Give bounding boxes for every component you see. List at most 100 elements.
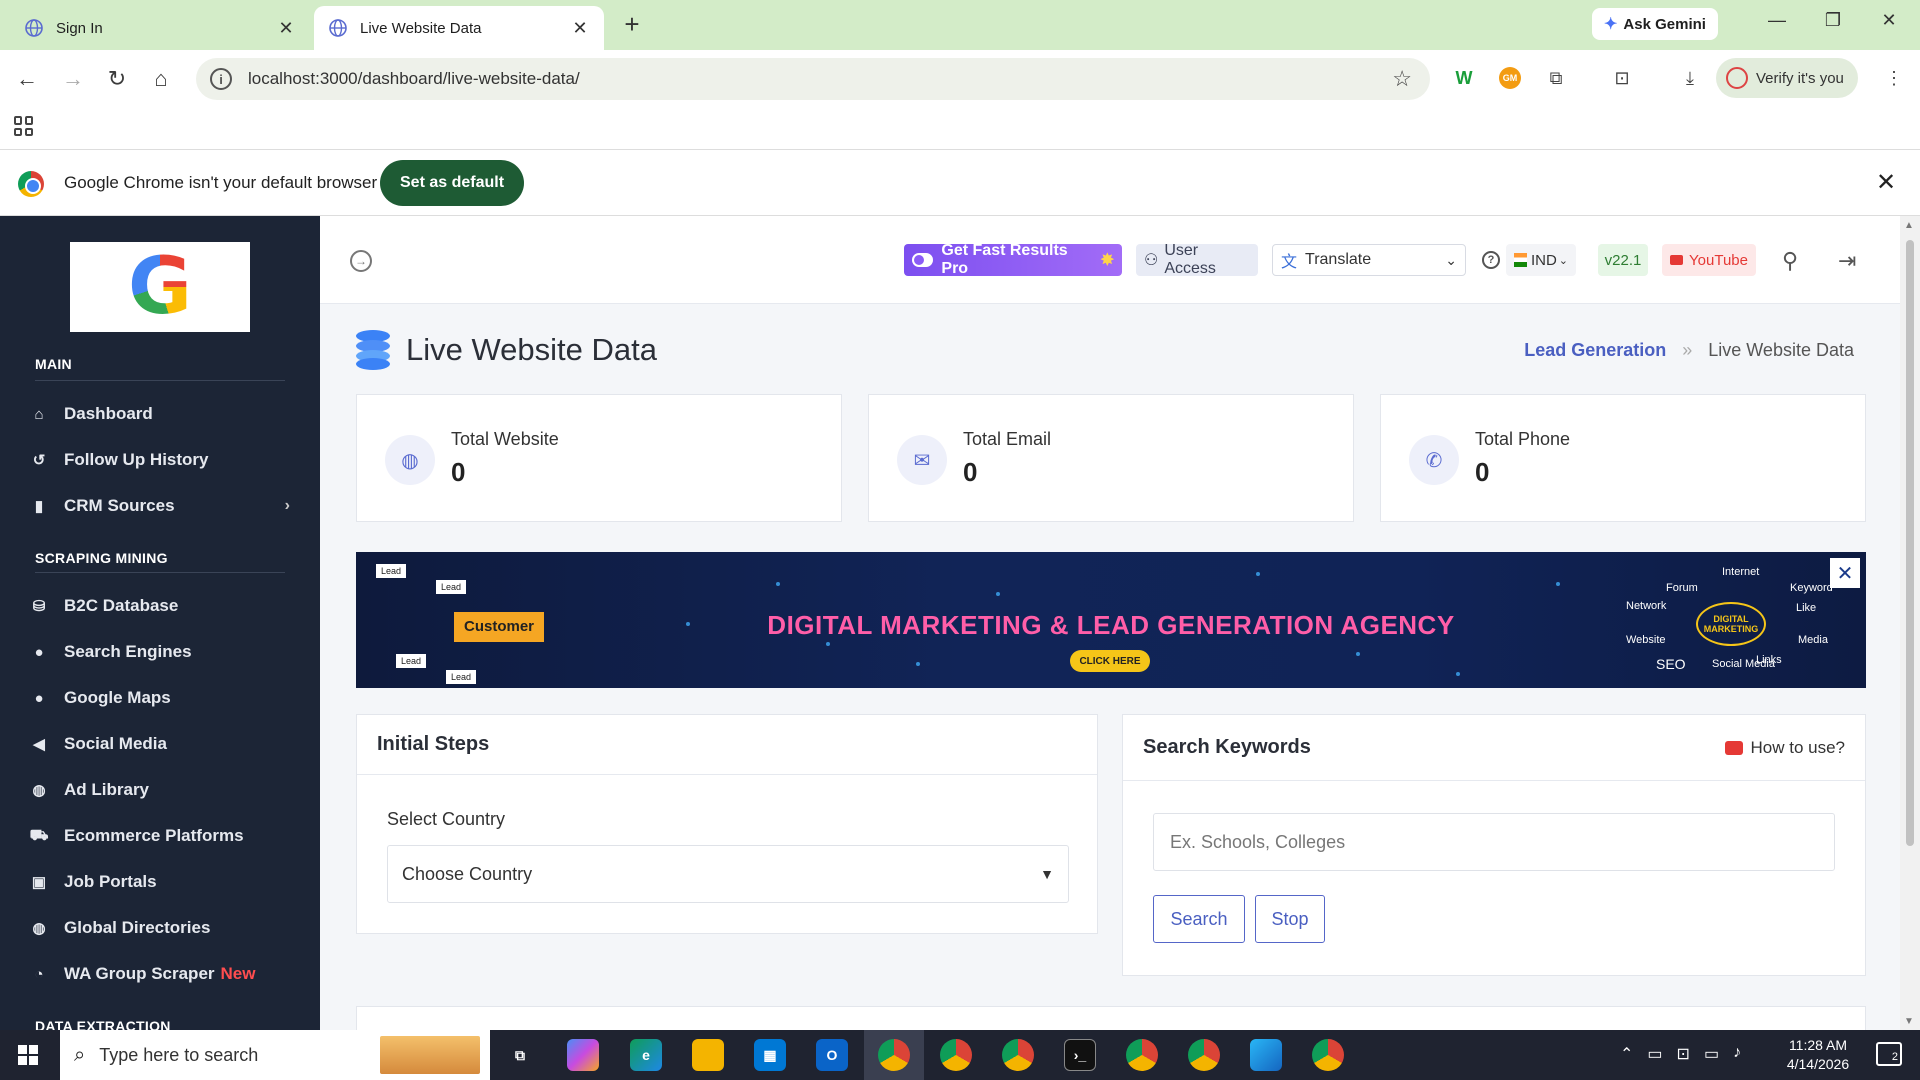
task-view-icon[interactable]: ⧉: [504, 1039, 536, 1071]
address-bar[interactable]: i localhost:3000/dashboard/live-website-…: [196, 58, 1430, 100]
user-access-button[interactable]: ⚇ User Access: [1136, 242, 1258, 277]
chevron-up-icon[interactable]: ⌃: [1620, 1044, 1633, 1064]
maximize-icon[interactable]: ❐: [1818, 10, 1848, 31]
back-icon[interactable]: ←: [12, 64, 42, 94]
scrollbar-thumb[interactable]: [1906, 240, 1914, 846]
chrome-icon[interactable]: [1002, 1039, 1034, 1071]
chevron-down-icon: ⌄: [1558, 254, 1568, 267]
tab-title: Live Website Data: [360, 19, 482, 37]
breadcrumb-link-lead-generation[interactable]: Lead Generation: [1524, 340, 1666, 361]
home-icon[interactable]: ⌂: [146, 64, 176, 94]
sidebar-item-google-maps[interactable]: ● Google Maps: [30, 678, 290, 718]
apps-grid-icon[interactable]: [14, 116, 34, 136]
taskbar-search-box[interactable]: ⌕ Type here to search: [60, 1030, 490, 1080]
photos-icon[interactable]: [1250, 1039, 1282, 1071]
tab-search-icon[interactable]: ⊡: [1608, 64, 1636, 92]
chrome-icon[interactable]: [878, 1039, 910, 1071]
microsoft-store-icon[interactable]: ▦: [754, 1039, 786, 1071]
volume-icon[interactable]: ♪: [1733, 1044, 1741, 1064]
chevron-down-icon: ⌄: [1445, 251, 1457, 268]
bookmark-star-icon[interactable]: ☆: [1392, 66, 1412, 92]
set-as-default-button[interactable]: Set as default: [380, 160, 525, 206]
youtube-button[interactable]: YouTube: [1662, 244, 1756, 276]
notification-center-icon[interactable]: 2: [1876, 1042, 1902, 1066]
chrome-icon[interactable]: [1312, 1039, 1344, 1071]
chrome-menu-icon[interactable]: ⋮: [1880, 64, 1908, 92]
user-access-label: User Access: [1164, 242, 1216, 277]
database-icon: ⛁: [32, 598, 46, 615]
forward-icon[interactable]: →: [58, 64, 88, 94]
sidebar-item-wa-group-scraper[interactable]: ◔ WA Group Scraper New: [30, 954, 290, 994]
camera-icon[interactable]: ▭: [1647, 1044, 1662, 1064]
panel-title: Initial Steps: [357, 715, 1097, 775]
tab-live-website-data[interactable]: Live Website Data ✕: [314, 6, 604, 50]
sidebar-item-dashboard[interactable]: ⌂ Dashboard: [30, 394, 290, 434]
sidebar-item-search-engines[interactable]: ● Search Engines: [30, 632, 290, 672]
terminal-icon[interactable]: ›_: [1064, 1039, 1096, 1071]
banner-hub-label: DIGITAL MARKETING: [1696, 602, 1766, 646]
breadcrumb-current: Live Website Data: [1708, 340, 1854, 360]
extension-gm-icon[interactable]: GM: [1496, 64, 1524, 92]
sidebar-item-job-portals[interactable]: ▣ Job Portals: [30, 862, 290, 902]
country-select[interactable]: Choose Country ▼: [387, 845, 1069, 903]
search-highlight-image: [380, 1036, 480, 1074]
youtube-icon: [1724, 740, 1743, 755]
sidebar-item-ad-library[interactable]: ◍ Ad Library: [30, 770, 290, 810]
globe-icon: [25, 19, 43, 37]
site-info-icon[interactable]: i: [210, 68, 232, 90]
stop-button[interactable]: Stop: [1255, 895, 1325, 943]
cart-icon: ⛟: [29, 826, 49, 844]
clock-date: 4/14/2026: [1786, 1056, 1850, 1072]
taskbar-clock[interactable]: 11:28 AM 4/14/2026: [1768, 1036, 1868, 1074]
close-tab-icon[interactable]: ✕: [276, 18, 296, 39]
chrome-icon[interactable]: [1126, 1039, 1158, 1071]
sidebar-item-crm-sources[interactable]: ▮ CRM Sources ›: [30, 486, 290, 526]
copilot-icon[interactable]: [567, 1039, 599, 1071]
google-logo-icon: G: [127, 242, 193, 332]
minimize-icon[interactable]: —: [1762, 10, 1792, 31]
promo-banner[interactable]: Lead Lead Lead Lead Customer DIGITAL MAR…: [356, 552, 1866, 688]
edge-icon[interactable]: e: [630, 1039, 662, 1071]
youtube-label: YouTube: [1689, 251, 1748, 269]
close-window-icon[interactable]: ✕: [1874, 10, 1904, 31]
file-explorer-icon[interactable]: [692, 1039, 724, 1071]
network-icon[interactable]: ▭: [1704, 1044, 1719, 1064]
chrome-icon[interactable]: [940, 1039, 972, 1071]
language-selector[interactable]: IND ⌄: [1506, 244, 1576, 276]
help-icon[interactable]: ?: [1482, 251, 1500, 269]
chrome-icon[interactable]: [1188, 1039, 1220, 1071]
keywords-input[interactable]: Ex. Schools, Colleges: [1153, 813, 1835, 871]
reload-icon[interactable]: ↻: [102, 64, 132, 94]
verify-profile-button[interactable]: Verify it's you: [1716, 58, 1858, 98]
extension-w-icon[interactable]: W: [1450, 64, 1478, 92]
sidebar-item-social-media[interactable]: ◀ Social Media: [30, 724, 290, 764]
close-infobar-icon[interactable]: ✕: [1876, 168, 1896, 197]
download-icon[interactable]: ⤓: [1676, 64, 1704, 92]
section-label-scraping-mining: SCRAPING MINING: [35, 550, 168, 566]
taskbar-search-placeholder: Type here to search: [99, 1044, 259, 1065]
new-tab-button[interactable]: +: [618, 10, 646, 38]
translate-dropdown[interactable]: 文 Translate ⌄: [1272, 244, 1466, 276]
sidebar-item-follow-up-history[interactable]: ↺ Follow Up History: [30, 440, 290, 480]
extensions-puzzle-icon[interactable]: ⧉: [1542, 64, 1570, 92]
scroll-down-icon[interactable]: ▼: [1904, 1016, 1914, 1027]
sidebar-item-b2c-database[interactable]: ⛁ B2C Database: [30, 586, 290, 626]
outlook-icon[interactable]: O: [816, 1039, 848, 1071]
page-scrollbar[interactable]: ▲ ▼: [1900, 216, 1920, 1030]
banner-click-here-button[interactable]: CLICK HERE: [1070, 650, 1150, 672]
profile-icon[interactable]: ⚲: [1782, 248, 1798, 274]
sidebar-item-ecommerce-platforms[interactable]: ⛟ Ecommerce Platforms: [30, 816, 290, 856]
how-to-use-link[interactable]: How to use?: [1724, 738, 1845, 758]
sidebar-item-global-directories[interactable]: ◍ Global Directories: [30, 908, 290, 948]
security-icon[interactable]: ⊡: [1677, 1044, 1690, 1064]
close-banner-icon[interactable]: ✕: [1830, 558, 1860, 588]
windows-start-icon[interactable]: [18, 1045, 38, 1065]
ask-gemini-button[interactable]: ✦ Ask Gemini: [1592, 8, 1718, 40]
close-tab-icon[interactable]: ✕: [570, 18, 590, 39]
get-fast-results-pro-button[interactable]: Get Fast Results Pro ✸: [904, 242, 1122, 277]
logout-icon[interactable]: ⇥: [1838, 248, 1856, 274]
search-button[interactable]: Search: [1153, 895, 1245, 943]
scroll-up-icon[interactable]: ▲: [1904, 220, 1914, 231]
tab-sign-in[interactable]: Sign In ✕: [10, 6, 310, 50]
collapse-sidebar-icon[interactable]: →: [350, 250, 372, 272]
